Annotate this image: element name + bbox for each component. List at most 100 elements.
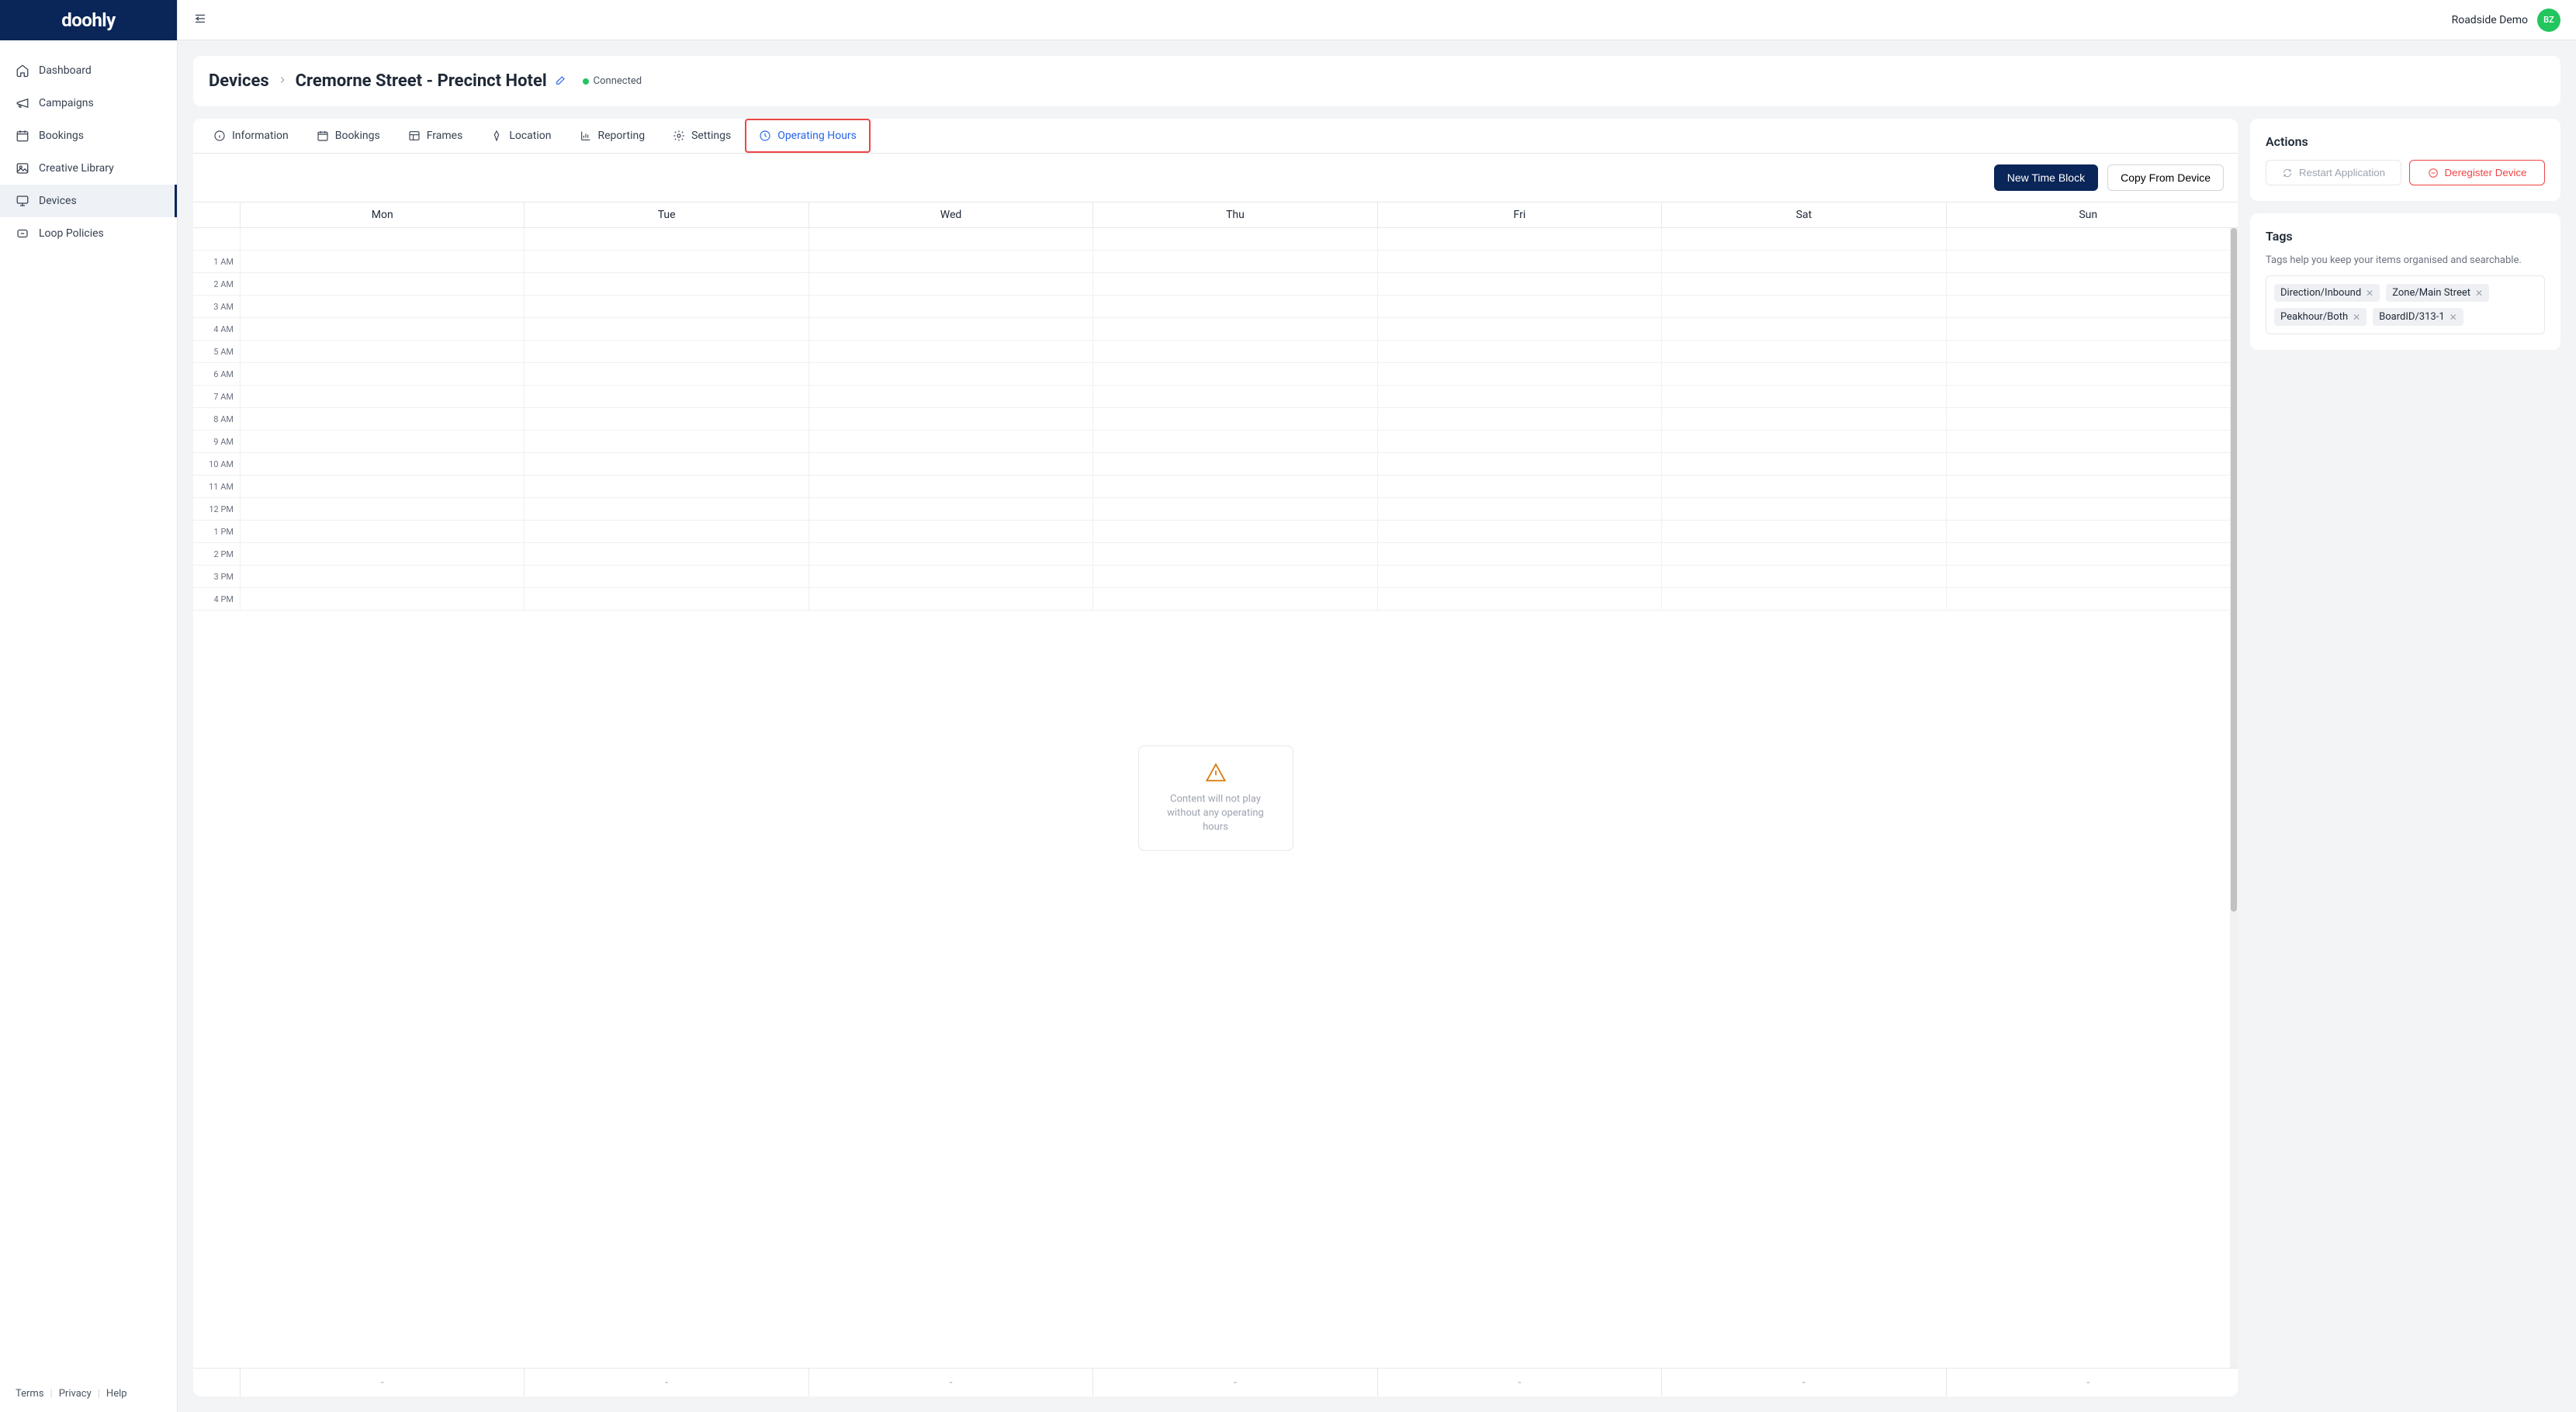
hour-cell[interactable] — [1661, 408, 1945, 430]
hour-cell[interactable] — [1946, 431, 2230, 452]
hour-cell[interactable] — [524, 566, 808, 587]
hour-cell[interactable] — [1377, 318, 1661, 340]
hour-cell[interactable] — [524, 341, 808, 362]
account-name[interactable]: Roadside Demo — [2452, 14, 2528, 26]
hour-cell[interactable] — [240, 543, 524, 565]
hour-cell[interactable] — [240, 476, 524, 497]
hour-cell[interactable] — [1946, 588, 2230, 610]
hour-cell[interactable] — [1377, 296, 1661, 317]
hour-cell[interactable] — [524, 296, 808, 317]
hour-cell[interactable] — [1092, 273, 1376, 295]
hour-cell[interactable] — [240, 521, 524, 542]
hour-cell[interactable] — [240, 386, 524, 407]
hour-cell[interactable] — [240, 588, 524, 610]
hour-cell[interactable] — [1661, 341, 1945, 362]
hour-cell[interactable] — [1946, 476, 2230, 497]
hour-cell[interactable] — [1092, 521, 1376, 542]
hour-cell[interactable] — [1946, 273, 2230, 295]
tab-information[interactable]: Information — [199, 119, 303, 153]
tab-settings[interactable]: Settings — [659, 119, 745, 153]
hour-cell[interactable] — [1092, 566, 1376, 587]
hour-cell[interactable] — [1092, 498, 1376, 520]
hour-cell[interactable] — [808, 431, 1092, 452]
hour-cell[interactable] — [1092, 408, 1376, 430]
hour-cell[interactable] — [1377, 273, 1661, 295]
hour-cell[interactable] — [524, 251, 808, 272]
hour-cell[interactable] — [1661, 386, 1945, 407]
nav-creative-library[interactable]: Creative Library — [0, 152, 177, 185]
tags-input[interactable]: Direction/Inbound✕Zone/Main Street✕Peakh… — [2266, 275, 2545, 334]
hour-cell[interactable] — [1661, 543, 1945, 565]
logo[interactable]: doohly — [0, 0, 177, 40]
hour-cell[interactable] — [808, 296, 1092, 317]
hour-cell[interactable] — [808, 251, 1092, 272]
hour-cell[interactable] — [240, 273, 524, 295]
nav-loop-policies[interactable]: Loop Policies — [0, 217, 177, 250]
hour-cell[interactable] — [1092, 543, 1376, 565]
hour-cell[interactable] — [240, 453, 524, 475]
hour-cell[interactable] — [524, 386, 808, 407]
tag-remove-icon[interactable]: ✕ — [2353, 312, 2360, 323]
hour-cell[interactable] — [1377, 588, 1661, 610]
hour-cell[interactable] — [808, 498, 1092, 520]
edit-icon[interactable] — [555, 74, 567, 89]
hour-cell[interactable] — [808, 521, 1092, 542]
scrollbar-thumb[interactable] — [2231, 228, 2237, 912]
hour-cell[interactable] — [524, 476, 808, 497]
hour-cell[interactable] — [1377, 386, 1661, 407]
footer-privacy[interactable]: Privacy — [59, 1388, 92, 1400]
hour-cell[interactable] — [1946, 498, 2230, 520]
hour-cell[interactable] — [524, 408, 808, 430]
hour-cell[interactable] — [1661, 588, 1945, 610]
hour-cell[interactable] — [240, 341, 524, 362]
hour-cell[interactable] — [1661, 566, 1945, 587]
hour-cell[interactable] — [1092, 341, 1376, 362]
hour-cell[interactable] — [1092, 431, 1376, 452]
hour-cell[interactable] — [1377, 498, 1661, 520]
hour-cell[interactable] — [1661, 251, 1945, 272]
hour-cell[interactable] — [524, 543, 808, 565]
tag-remove-icon[interactable]: ✕ — [2366, 288, 2373, 299]
hour-cell[interactable] — [240, 363, 524, 385]
hour-cell[interactable] — [808, 476, 1092, 497]
hour-cell[interactable] — [1946, 318, 2230, 340]
hour-cell[interactable] — [808, 543, 1092, 565]
hour-cell[interactable] — [1377, 543, 1661, 565]
scrollbar[interactable] — [2230, 228, 2238, 1368]
hour-cell[interactable] — [1377, 251, 1661, 272]
hour-cell[interactable] — [1946, 341, 2230, 362]
hour-cell[interactable] — [1661, 498, 1945, 520]
hour-cell[interactable] — [1092, 453, 1376, 475]
hour-cell[interactable] — [1377, 431, 1661, 452]
hour-cell[interactable] — [1661, 273, 1945, 295]
hour-cell[interactable] — [524, 588, 808, 610]
hour-cell[interactable] — [240, 566, 524, 587]
footer-terms[interactable]: Terms — [16, 1388, 44, 1400]
hour-cell[interactable] — [240, 431, 524, 452]
hour-cell[interactable] — [524, 453, 808, 475]
hour-cell[interactable] — [1946, 408, 2230, 430]
hour-cell[interactable] — [1661, 296, 1945, 317]
hour-cell[interactable] — [1946, 386, 2230, 407]
hour-cell[interactable] — [808, 273, 1092, 295]
hour-cell[interactable] — [524, 521, 808, 542]
breadcrumb-root[interactable]: Devices — [209, 71, 269, 91]
hour-cell[interactable] — [524, 498, 808, 520]
hour-cell[interactable] — [1661, 521, 1945, 542]
nav-campaigns[interactable]: Campaigns — [0, 87, 177, 119]
hour-cell[interactable] — [1377, 363, 1661, 385]
nav-devices[interactable]: Devices — [0, 185, 177, 217]
hour-cell[interactable] — [808, 386, 1092, 407]
tab-frames[interactable]: Frames — [394, 119, 477, 153]
hour-cell[interactable] — [808, 408, 1092, 430]
hour-cell[interactable] — [524, 431, 808, 452]
hour-cell[interactable] — [1092, 588, 1376, 610]
tag-remove-icon[interactable]: ✕ — [2450, 312, 2457, 323]
hour-cell[interactable] — [1092, 251, 1376, 272]
hour-cell[interactable] — [1092, 363, 1376, 385]
hour-cell[interactable] — [808, 566, 1092, 587]
hour-cell[interactable] — [1946, 251, 2230, 272]
hour-cell[interactable] — [808, 453, 1092, 475]
hour-cell[interactable] — [1946, 296, 2230, 317]
hour-cell[interactable] — [808, 363, 1092, 385]
